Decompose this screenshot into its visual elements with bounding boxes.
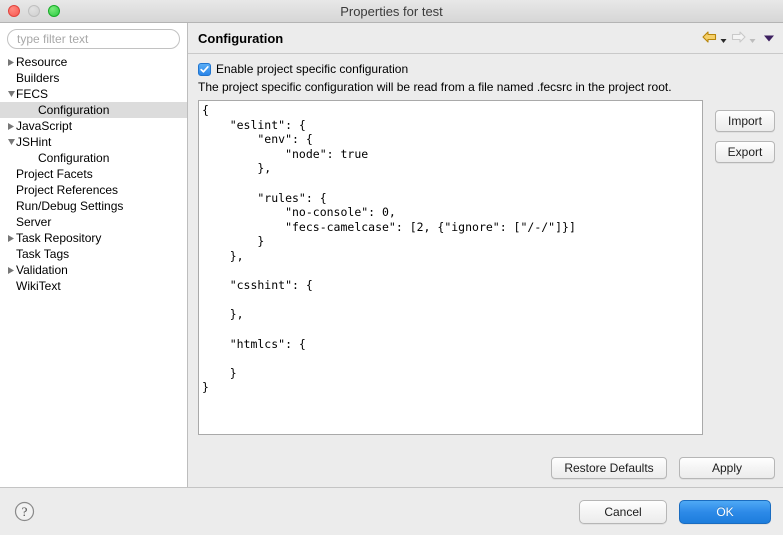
window-titlebar: Properties for test bbox=[0, 0, 783, 23]
sidebar-item-label: Validation bbox=[16, 263, 68, 277]
sidebar-item-run-debug-settings[interactable]: Run/Debug Settings bbox=[0, 198, 187, 214]
sidebar-item-project-references[interactable]: Project References bbox=[0, 182, 187, 198]
forward-nav-group bbox=[730, 30, 757, 47]
minimize-button[interactable] bbox=[28, 5, 40, 17]
svg-text:?: ? bbox=[22, 504, 28, 519]
pane-header: Configuration bbox=[188, 23, 783, 54]
sidebar-item-label: Builders bbox=[16, 71, 60, 85]
sidebar-item-server[interactable]: Server bbox=[0, 214, 187, 230]
sidebar-item-label: JSHint bbox=[16, 135, 52, 149]
sidebar-item-fecs[interactable]: FECS bbox=[0, 86, 187, 102]
import-button[interactable]: Import bbox=[715, 110, 775, 132]
tree-no-twisty bbox=[28, 150, 38, 166]
footer-buttons: Cancel OK bbox=[579, 499, 771, 524]
forward-chevron-down-icon bbox=[748, 34, 757, 43]
sidebar-item-label: Project Facets bbox=[16, 167, 93, 181]
sidebar-item-label: Configuration bbox=[38, 103, 110, 117]
back-arrow-icon[interactable] bbox=[701, 30, 718, 47]
sidebar-item-project-facets[interactable]: Project Facets bbox=[0, 166, 187, 182]
sidebar-item-configuration[interactable]: Configuration bbox=[0, 150, 187, 166]
tree-no-twisty bbox=[6, 182, 16, 198]
window-title: Properties for test bbox=[340, 3, 443, 19]
enable-project-specific-config-row[interactable]: Enable project specific configuration bbox=[198, 62, 775, 76]
zoom-button[interactable] bbox=[48, 5, 60, 17]
pane-action-buttons: Restore Defaults Apply bbox=[551, 457, 775, 479]
help-question-icon[interactable]: ? bbox=[14, 501, 35, 522]
sidebar-item-label: JavaScript bbox=[16, 119, 73, 133]
sidebar-item-label: Server bbox=[16, 215, 52, 229]
sidebar-item-builders[interactable]: Builders bbox=[0, 70, 187, 86]
pane-menu-chevron-down-icon[interactable] bbox=[763, 32, 775, 44]
restore-defaults-button[interactable]: Restore Defaults bbox=[551, 457, 667, 479]
tree-no-twisty bbox=[6, 278, 16, 294]
sidebar-item-javascript[interactable]: JavaScript bbox=[0, 118, 187, 134]
tree-no-twisty bbox=[6, 246, 16, 262]
back-nav-group[interactable] bbox=[701, 30, 728, 47]
enable-project-specific-config-label: Enable project specific configuration bbox=[216, 62, 409, 76]
sidebar-item-validation[interactable]: Validation bbox=[0, 262, 187, 278]
checkmark-icon bbox=[200, 65, 209, 73]
export-button[interactable]: Export bbox=[715, 141, 775, 163]
sidebar-item-label: WikiText bbox=[16, 279, 61, 293]
enable-project-specific-config-checkbox[interactable] bbox=[198, 62, 211, 76]
window-controls bbox=[8, 5, 60, 17]
sidebar-item-label: Project References bbox=[16, 183, 119, 197]
config-description: The project specific configuration will … bbox=[198, 80, 672, 94]
sidebar-item-configuration[interactable]: Configuration bbox=[0, 102, 187, 118]
chevron-down-icon[interactable] bbox=[6, 86, 16, 102]
sidebar-item-task-tags[interactable]: Task Tags bbox=[0, 246, 187, 262]
tree-no-twisty bbox=[6, 70, 16, 86]
page-title: Configuration bbox=[198, 30, 284, 46]
tree-no-twisty bbox=[28, 102, 38, 118]
chevron-down-icon[interactable] bbox=[6, 134, 16, 150]
settings-tree[interactable]: Resource Builders FECS Configuration JavaScr… bbox=[0, 53, 187, 487]
sidebar-item-label: Resource bbox=[16, 55, 68, 69]
tree-no-twisty bbox=[6, 214, 16, 230]
chevron-right-icon[interactable] bbox=[6, 54, 16, 70]
sidebar-item-label: FECS bbox=[16, 87, 49, 101]
chevron-right-icon[interactable] bbox=[6, 262, 16, 278]
sidebar-item-resource[interactable]: Resource bbox=[0, 54, 187, 70]
config-code-text[interactable]: { "eslint": { "env": { "node": true }, "… bbox=[202, 103, 699, 395]
cancel-button[interactable]: Cancel bbox=[579, 499, 667, 524]
properties-dialog: Properties for test Resource Builders FECS… bbox=[0, 0, 783, 535]
sidebar-item-label: Task Tags bbox=[16, 247, 70, 261]
tree-no-twisty bbox=[6, 166, 16, 182]
back-chevron-down-icon[interactable] bbox=[719, 34, 728, 43]
chevron-right-icon[interactable] bbox=[6, 118, 16, 134]
filter-input[interactable] bbox=[7, 29, 180, 49]
tree-no-twisty bbox=[6, 198, 16, 214]
settings-sidebar: Resource Builders FECS Configuration JavaScr… bbox=[0, 23, 188, 487]
sidebar-item-jshint[interactable]: JSHint bbox=[0, 134, 187, 150]
sidebar-item-wikitext[interactable]: WikiText bbox=[0, 278, 187, 294]
import-export-buttons: Import Export bbox=[703, 100, 775, 163]
sidebar-item-task-repository[interactable]: Task Repository bbox=[0, 230, 187, 246]
close-button[interactable] bbox=[8, 5, 20, 17]
filter-container bbox=[0, 23, 187, 53]
main-pane: Configuration Enable project specific co… bbox=[188, 23, 783, 487]
ok-button[interactable]: OK bbox=[679, 499, 771, 524]
sidebar-item-label: Run/Debug Settings bbox=[16, 199, 124, 213]
forward-arrow-icon bbox=[730, 30, 747, 47]
pane-body: Enable project specific configuration Th… bbox=[188, 54, 783, 487]
sidebar-item-label: Configuration bbox=[38, 151, 110, 165]
chevron-right-icon[interactable] bbox=[6, 230, 16, 246]
dialog-footer: ? Cancel OK bbox=[0, 487, 783, 535]
sidebar-item-label: Task Repository bbox=[16, 231, 102, 245]
dialog-body: Resource Builders FECS Configuration JavaScr… bbox=[0, 23, 783, 487]
editor-row: { "eslint": { "env": { "node": true }, "… bbox=[198, 100, 775, 435]
config-code-editor[interactable]: { "eslint": { "env": { "node": true }, "… bbox=[198, 100, 703, 435]
apply-button[interactable]: Apply bbox=[679, 457, 775, 479]
pane-navigation bbox=[701, 30, 775, 47]
